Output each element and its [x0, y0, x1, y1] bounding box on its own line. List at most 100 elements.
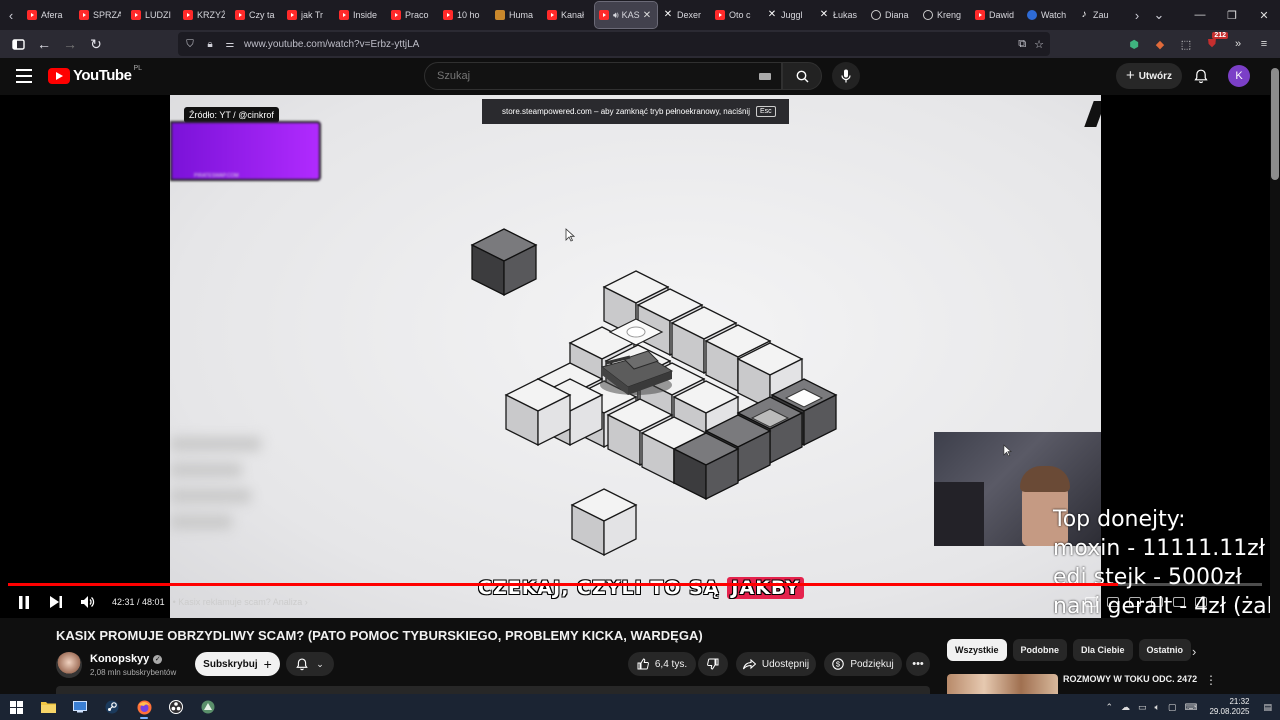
lock-icon[interactable]: 🔒︎: [202, 39, 218, 50]
keyboard-tray-icon[interactable]: ⌨: [1184, 702, 1197, 713]
sidebar-toggle-icon[interactable]: [6, 32, 30, 56]
notification-settings-button[interactable]: ⌄: [286, 652, 334, 676]
volume-button[interactable]: [72, 589, 104, 615]
reload-icon[interactable]: ↻: [84, 32, 108, 56]
next-button[interactable]: [40, 589, 72, 615]
browser-tab[interactable]: Czy ta: [231, 2, 281, 28]
browser-tab[interactable]: 🔊︎ KAS ✕: [594, 1, 658, 29]
subscribe-button[interactable]: Subskrybuj +: [195, 652, 280, 676]
channel-name-text[interactable]: Konopskyy: [90, 653, 149, 665]
ublock-extension-icon[interactable]: ⛊ 212: [1202, 32, 1228, 54]
voice-search-button[interactable]: [832, 62, 860, 90]
file-explorer-icon[interactable]: [32, 694, 64, 720]
browser-tab[interactable]: Afera: [23, 2, 73, 28]
description-box[interactable]: [56, 686, 930, 694]
search-input[interactable]: [435, 69, 759, 83]
pause-button[interactable]: [8, 589, 40, 615]
tab-close-icon[interactable]: ✕: [643, 10, 651, 21]
url-text[interactable]: www.youtube.com/watch?v=Erbz-yttjLA: [244, 39, 419, 50]
thanks-button[interactable]: $ Podziękuj: [824, 652, 902, 676]
browser-tab[interactable]: jak Tr: [283, 2, 333, 28]
scrollbar-thumb[interactable]: [1271, 68, 1279, 180]
youtube-logo[interactable]: YouTube PL: [48, 65, 142, 84]
channel-avatar[interactable]: [56, 652, 82, 678]
browser-tab[interactable]: LUDZI: [127, 2, 177, 28]
more-actions-button[interactable]: •••: [906, 652, 930, 676]
filter-chip[interactable]: Podobne: [1012, 639, 1068, 661]
video-player[interactable]: Źródło: YT / @cinkrof PIRATESWAP.COM sto…: [0, 95, 1270, 618]
windows-start-icon[interactable]: [0, 694, 32, 720]
keyboard-icon[interactable]: [759, 72, 771, 80]
browser-tab[interactable]: Juggl: [763, 2, 813, 28]
picture-in-picture-icon[interactable]: ⧉: [1018, 38, 1026, 51]
search-button[interactable]: [782, 62, 822, 90]
browser-tab[interactable]: Kreng: [919, 2, 969, 28]
notifications-icon[interactable]: ▤: [1263, 702, 1272, 713]
onedrive-icon[interactable]: ☁: [1121, 702, 1130, 713]
browser-tab[interactable]: Watch: [1023, 2, 1073, 28]
browser-tab[interactable]: Zau: [1075, 2, 1125, 28]
restore-icon[interactable]: ❐: [1216, 0, 1248, 30]
search-box[interactable]: [424, 62, 782, 90]
tab-list-dropdown-icon[interactable]: ⌄: [1148, 7, 1170, 23]
browser-tab[interactable]: KRZYŻ: [179, 2, 229, 28]
minimize-icon[interactable]: —: [1184, 0, 1216, 30]
remote-desktop-icon[interactable]: [64, 694, 96, 720]
fox-extension-icon[interactable]: ◆: [1150, 34, 1170, 54]
browser-tab[interactable]: 10 ho: [439, 2, 489, 28]
steam-icon[interactable]: [96, 694, 128, 720]
browser-tab[interactable]: SPRZĄ: [75, 2, 125, 28]
tray-overflow-icon[interactable]: ⌃: [1105, 702, 1113, 713]
network-icon[interactable]: ▭: [1138, 702, 1147, 713]
create-button[interactable]: + Utwórz: [1116, 63, 1182, 89]
filter-chip[interactable]: Dla Ciebie: [1073, 639, 1133, 661]
recommended-more-icon[interactable]: ⋮: [1205, 673, 1217, 687]
page-scrollbar[interactable]: [1270, 58, 1280, 694]
browser-tab[interactable]: Dexer: [659, 2, 709, 28]
notifications-bell-icon[interactable]: [1191, 66, 1211, 86]
forward-icon[interactable]: →: [58, 32, 82, 56]
browser-tab[interactable]: Praco: [387, 2, 437, 28]
chapter-title[interactable]: • Kasix reklamuje scam? Analiza ›: [173, 597, 308, 607]
tab-audio-icon[interactable]: 🔊︎: [613, 10, 619, 21]
miniplayer-icon[interactable]: [1151, 597, 1163, 607]
recommended-title[interactable]: ROZMOWY W TOKU ODC. 2472: [1063, 674, 1197, 684]
permissions-icon[interactable]: ⚌: [222, 39, 238, 50]
autoplay-toggle-icon[interactable]: [1085, 597, 1097, 607]
vpn-extension-icon[interactable]: ⬢: [1124, 34, 1144, 54]
filter-chip[interactable]: Ostatnio: [1138, 639, 1192, 661]
extensions-puzzle-icon[interactable]: ⬚: [1176, 34, 1196, 54]
bookmark-star-icon[interactable]: ☆: [1034, 38, 1044, 51]
back-icon[interactable]: ←: [32, 32, 56, 56]
browser-tab[interactable]: Dawid: [971, 2, 1021, 28]
obs-icon[interactable]: [160, 694, 192, 720]
settings-icon[interactable]: [1129, 597, 1141, 607]
recommended-thumbnail[interactable]: [947, 674, 1058, 694]
display-icon[interactable]: ▢: [1168, 702, 1177, 713]
progress-bar[interactable]: [8, 583, 1262, 586]
app-menu-icon[interactable]: ≡: [1254, 34, 1274, 54]
browser-tab[interactable]: Huma: [491, 2, 541, 28]
url-bar[interactable]: ⛉ 🔒︎ ⚌ www.youtube.com/watch?v=Erbz-yttj…: [178, 32, 1050, 56]
like-button[interactable]: 6,4 tys.: [628, 652, 696, 676]
browser-tab[interactable]: Oto c: [711, 2, 761, 28]
fullscreen-icon[interactable]: [1195, 597, 1207, 607]
clock[interactable]: 21:32 29.08.2025: [1209, 697, 1249, 717]
filter-chip[interactable]: Wszystkie: [947, 639, 1007, 661]
browser-tab[interactable]: Diana: [867, 2, 917, 28]
overflow-chevrons-icon[interactable]: »: [1228, 34, 1248, 54]
share-button[interactable]: Udostępnij: [736, 652, 816, 676]
close-window-icon[interactable]: ✕: [1248, 0, 1280, 30]
theater-mode-icon[interactable]: [1173, 597, 1185, 607]
shield-icon[interactable]: ⛉: [182, 39, 198, 50]
dislike-button[interactable]: [698, 652, 728, 676]
subtitles-icon[interactable]: [1107, 597, 1119, 607]
app-icon[interactable]: [192, 694, 224, 720]
volume-tray-icon[interactable]: 🔈︎: [1155, 702, 1160, 713]
browser-tab[interactable]: Łukas: [815, 2, 865, 28]
channel-name[interactable]: Konopskyy ✓: [90, 653, 163, 665]
hamburger-menu-icon[interactable]: [16, 69, 32, 83]
chips-next-chevron-icon[interactable]: ›: [1192, 644, 1196, 659]
tab-scroll-right-icon[interactable]: ›: [1126, 0, 1148, 30]
browser-tab[interactable]: Kanał: [543, 2, 593, 28]
